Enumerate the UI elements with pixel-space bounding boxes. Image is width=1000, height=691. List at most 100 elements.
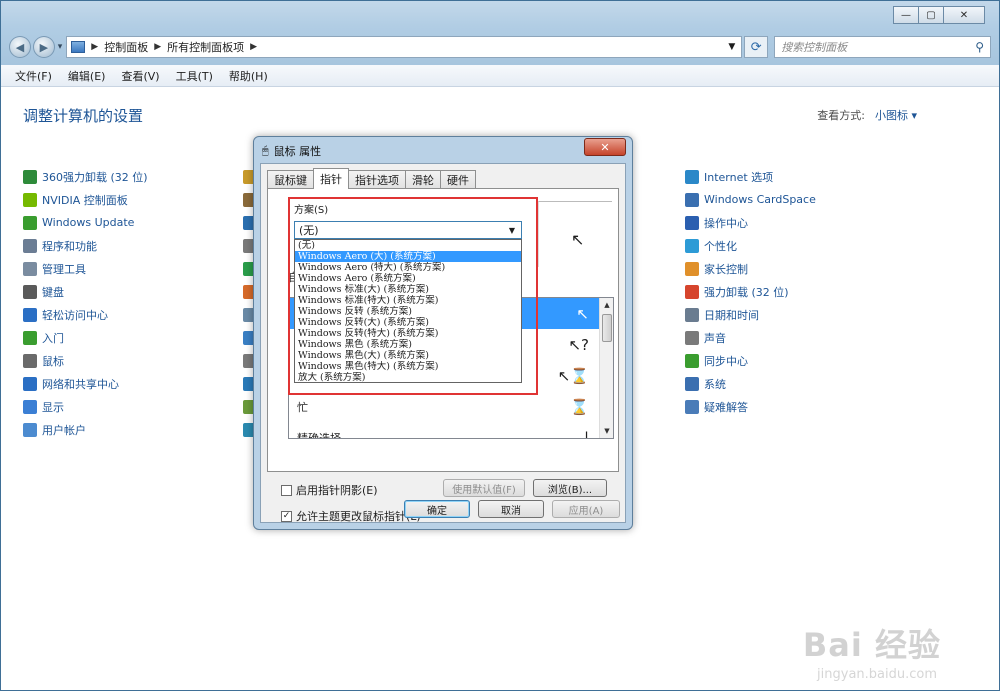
cursor-list-scrollbar[interactable]: ▲ ▼ <box>599 298 613 438</box>
scroll-thumb[interactable] <box>602 314 612 342</box>
cursor-row[interactable]: 精确选择 | <box>289 422 613 439</box>
cancel-button[interactable]: 取消 <box>478 500 544 518</box>
cardspace-icon <box>685 192 699 207</box>
refresh-button[interactable]: ⟳ <box>744 36 769 58</box>
browse-button[interactable]: 浏览(B)... <box>533 479 607 497</box>
menu-file[interactable]: 文件(F) <box>15 68 52 84</box>
breadcrumb-control-panel[interactable]: 控制面板 <box>104 39 148 55</box>
breadcrumb-separator-icon[interactable]: ▶ <box>250 42 257 52</box>
breadcrumb-separator-icon[interactable]: ▶ <box>91 42 98 52</box>
ok-button[interactable]: 确定 <box>404 500 470 518</box>
display-icon <box>23 399 37 414</box>
back-button[interactable]: ◀ <box>9 36 31 58</box>
allow-theme-label: 允许主题更改鼠标指针(L) <box>296 510 421 523</box>
cursor-row[interactable]: 忙 ⌛ <box>289 391 613 422</box>
control-panel-item[interactable]: 同步中心 <box>685 349 816 372</box>
control-panel-item[interactable]: 管理工具 <box>23 257 148 280</box>
keyboard-icon <box>23 284 37 299</box>
tab-buttons[interactable]: 鼠标键 <box>267 170 314 189</box>
tab-pointer-options[interactable]: 指针选项 <box>348 170 406 189</box>
control-panel-item[interactable]: 声音 <box>685 326 816 349</box>
apply-button[interactable]: 应用(A) <box>552 500 620 518</box>
menu-edit[interactable]: 编辑(E) <box>68 68 106 84</box>
control-panel-item[interactable]: 家长控制 <box>685 257 816 280</box>
control-panel-item[interactable]: 日期和时间 <box>685 303 816 326</box>
scroll-down-icon[interactable]: ▼ <box>600 424 613 438</box>
control-panel-item[interactable]: NVIDIA 控制面板 <box>23 188 148 211</box>
control-panel-item-label: 同步中心 <box>704 354 748 368</box>
forward-button[interactable]: ▶ <box>32 36 55 58</box>
menu-bar: 文件(F) 编辑(E) 查看(V) 工具(T) 帮助(H) <box>1 65 999 87</box>
checkbox-box[interactable] <box>281 484 292 496</box>
view-by-dropdown[interactable]: 小图标 ▾ <box>875 107 917 123</box>
minimize-button[interactable]: — <box>893 6 919 24</box>
sound-icon <box>685 330 699 345</box>
control-panel-item[interactable]: 操作中心 <box>685 211 816 234</box>
network-icon <box>23 376 37 391</box>
menu-view[interactable]: 查看(V) <box>121 68 159 84</box>
control-panel-item-label: 入门 <box>42 331 64 345</box>
uninstall-icon <box>23 169 37 184</box>
control-panel-item[interactable]: 强力卸载 (32 位) <box>685 280 816 303</box>
search-input[interactable]: 搜索控制面板 ⚲ <box>774 36 991 58</box>
dialog-title: 鼠标 属性 <box>273 145 322 158</box>
control-panel-item[interactable]: 疑难解答 <box>685 395 816 418</box>
close-window-button[interactable]: ✕ <box>943 6 985 24</box>
control-panel-item-label: 键盘 <box>42 285 64 299</box>
control-panel-icon <box>71 41 86 53</box>
allow-theme-checkbox[interactable]: ✓ 允许主题更改鼠标指针(L) <box>281 508 421 524</box>
menu-help[interactable]: 帮助(H) <box>229 68 268 84</box>
control-panel-item[interactable]: 程序和功能 <box>23 234 148 257</box>
control-panel-item[interactable]: Windows CardSpace <box>685 188 816 211</box>
highlight-box <box>288 197 538 395</box>
checkbox-box[interactable]: ✓ <box>281 510 292 522</box>
control-panel-item[interactable]: 网络和共享中心 <box>23 372 148 395</box>
maximize-button[interactable]: ▢ <box>918 6 944 24</box>
windows-update-icon <box>23 215 37 230</box>
control-panel-item-label: 系统 <box>704 377 726 391</box>
precision-cursor-icon: | <box>583 428 589 439</box>
address-history-dropdown-icon[interactable]: ▼ <box>728 42 741 52</box>
control-panel-item[interactable]: 轻松访问中心 <box>23 303 148 326</box>
tab-wheel[interactable]: 滑轮 <box>405 170 441 189</box>
control-panel-item[interactable]: 入门 <box>23 326 148 349</box>
getting-started-icon <box>23 330 37 345</box>
search-placeholder: 搜索控制面板 <box>781 41 848 54</box>
menu-tools[interactable]: 工具(T) <box>176 68 213 84</box>
control-panel-item[interactable]: 显示 <box>23 395 148 418</box>
recent-pages-dropdown[interactable]: ▾ <box>58 42 63 52</box>
use-default-button[interactable]: 使用默认值(F) <box>443 479 525 497</box>
control-panel-item-label: NVIDIA 控制面板 <box>42 193 128 207</box>
watermark-url: jingyan.baidu.com <box>817 667 937 682</box>
control-panel-item[interactable]: Internet 选项 <box>685 165 816 188</box>
mouse-icon: 🖱 <box>262 144 269 157</box>
breadcrumb-separator-icon[interactable]: ▶ <box>154 42 161 52</box>
tab-hardware[interactable]: 硬件 <box>440 170 476 189</box>
user-accounts-icon <box>23 422 37 437</box>
admin-tools-icon <box>23 261 37 276</box>
arrow-cursor-icon: ↖ <box>576 304 589 323</box>
dialog-close-button[interactable]: ✕ <box>584 138 626 156</box>
working-cursor-icon: ↖⌛ <box>557 366 589 385</box>
control-panel-item-label: 个性化 <box>704 239 737 253</box>
control-panel-item[interactable]: 个性化 <box>685 234 816 257</box>
control-panel-item[interactable]: 用户帐户 <box>23 418 148 441</box>
control-panel-item-label: Windows CardSpace <box>704 193 816 206</box>
address-bar[interactable]: ▶ 控制面板 ▶ 所有控制面板项 ▶ ▼ <box>66 36 743 58</box>
control-panel-item[interactable]: 系统 <box>685 372 816 395</box>
scroll-up-icon[interactable]: ▲ <box>600 298 613 312</box>
internet-options-icon <box>685 169 699 184</box>
control-panel-item[interactable]: 360强力卸载 (32 位) <box>23 165 148 188</box>
control-panel-item[interactable]: 键盘 <box>23 280 148 303</box>
search-icon[interactable]: ⚲ <box>975 40 984 54</box>
tab-pointers[interactable]: 指针 <box>313 168 349 189</box>
control-panel-item[interactable]: Windows Update <box>23 211 148 234</box>
breadcrumb-all-items[interactable]: 所有控制面板项 <box>167 39 244 55</box>
control-panel-item[interactable]: 鼠标 <box>23 349 148 372</box>
control-panel-item-label: 管理工具 <box>42 262 86 276</box>
action-center-icon <box>685 215 699 230</box>
nvidia-icon <box>23 192 37 207</box>
control-panel-item-label: 操作中心 <box>704 216 748 230</box>
dialog-body: 鼠标键 指针 指针选项 滑轮 硬件 自 ↖ ↖? ↖⌛ <box>260 163 626 523</box>
shadow-checkbox[interactable]: 启用指针阴影(E) <box>281 482 378 498</box>
